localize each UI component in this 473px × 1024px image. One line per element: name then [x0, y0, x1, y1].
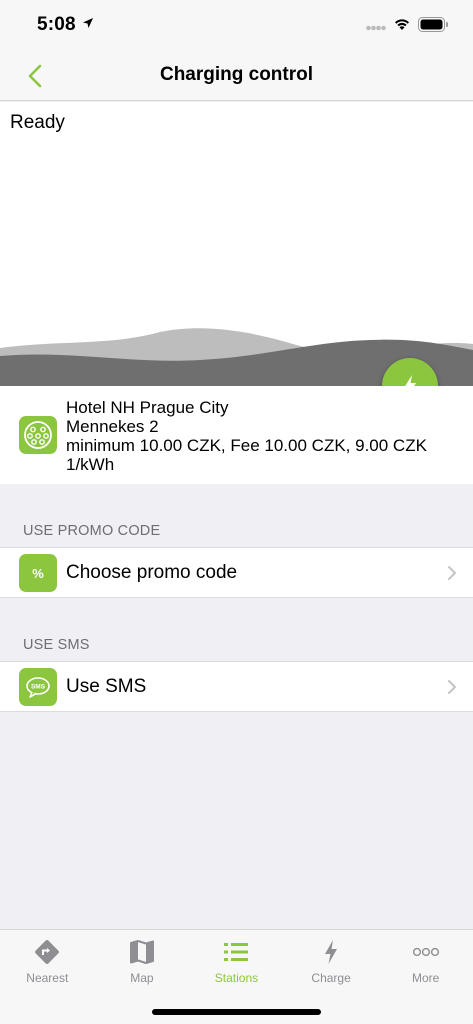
status-bar: 5:08 — [0, 0, 473, 50]
tab-more[interactable]: More — [378, 930, 473, 990]
tab-label: More — [412, 971, 440, 985]
page-title: Charging control — [159, 64, 314, 85]
battery-icon — [418, 17, 448, 32]
tab-label: Map — [130, 971, 154, 985]
wifi-icon — [395, 19, 409, 30]
sms-section-header: USE SMS — [23, 637, 90, 653]
sms-bubble-icon: SMS — [19, 668, 57, 706]
charging-status-area: Ready — [0, 102, 473, 386]
pricing-info: minimum 10.00 CZK, Fee 10.00 CZK, 9.00 C… — [66, 436, 427, 474]
percent-icon: % — [19, 554, 57, 592]
tab-label: Charge — [311, 971, 351, 985]
location-arrow-icon — [83, 18, 93, 28]
status-time: 5:08 — [37, 14, 76, 35]
more-dots-icon — [412, 947, 439, 957]
charge-bolt-icon — [325, 940, 338, 964]
promo-section-header: USE PROMO CODE — [23, 523, 161, 539]
tab-map[interactable]: Map — [95, 930, 190, 990]
tab-nearest[interactable]: Nearest — [0, 930, 95, 990]
chevron-right-icon — [448, 566, 456, 580]
nearest-icon — [35, 940, 60, 964]
chevron-right-icon — [448, 680, 456, 694]
promo-code-label: Choose promo code — [66, 562, 238, 583]
tab-stations[interactable]: Stations — [189, 930, 284, 990]
tab-label: Stations — [214, 971, 259, 985]
connector-type-icon — [19, 416, 57, 454]
stations-list-icon — [224, 943, 249, 961]
navigation-bar: Charging control — [0, 50, 473, 101]
station-name: Hotel NH Prague City — [66, 398, 229, 417]
sms-label: Use SMS — [66, 676, 147, 697]
tab-charge[interactable]: Charge — [284, 930, 379, 990]
connector-name: Mennekes 2 — [66, 417, 159, 436]
map-icon — [129, 940, 154, 964]
choose-promo-code-row[interactable]: % Choose promo code — [0, 547, 473, 598]
svg-text:SMS: SMS — [31, 684, 46, 691]
signal-icon — [366, 25, 386, 31]
use-sms-row[interactable]: SMS Use SMS — [0, 661, 473, 712]
station-details: Hotel NH Prague City Mennekes 2 minimum … — [66, 398, 461, 474]
charging-status-text: Ready — [10, 112, 65, 133]
home-indicator — [152, 1009, 321, 1015]
station-info-card: Hotel NH Prague City Mennekes 2 minimum … — [0, 386, 473, 484]
tab-label: Nearest — [26, 971, 69, 985]
